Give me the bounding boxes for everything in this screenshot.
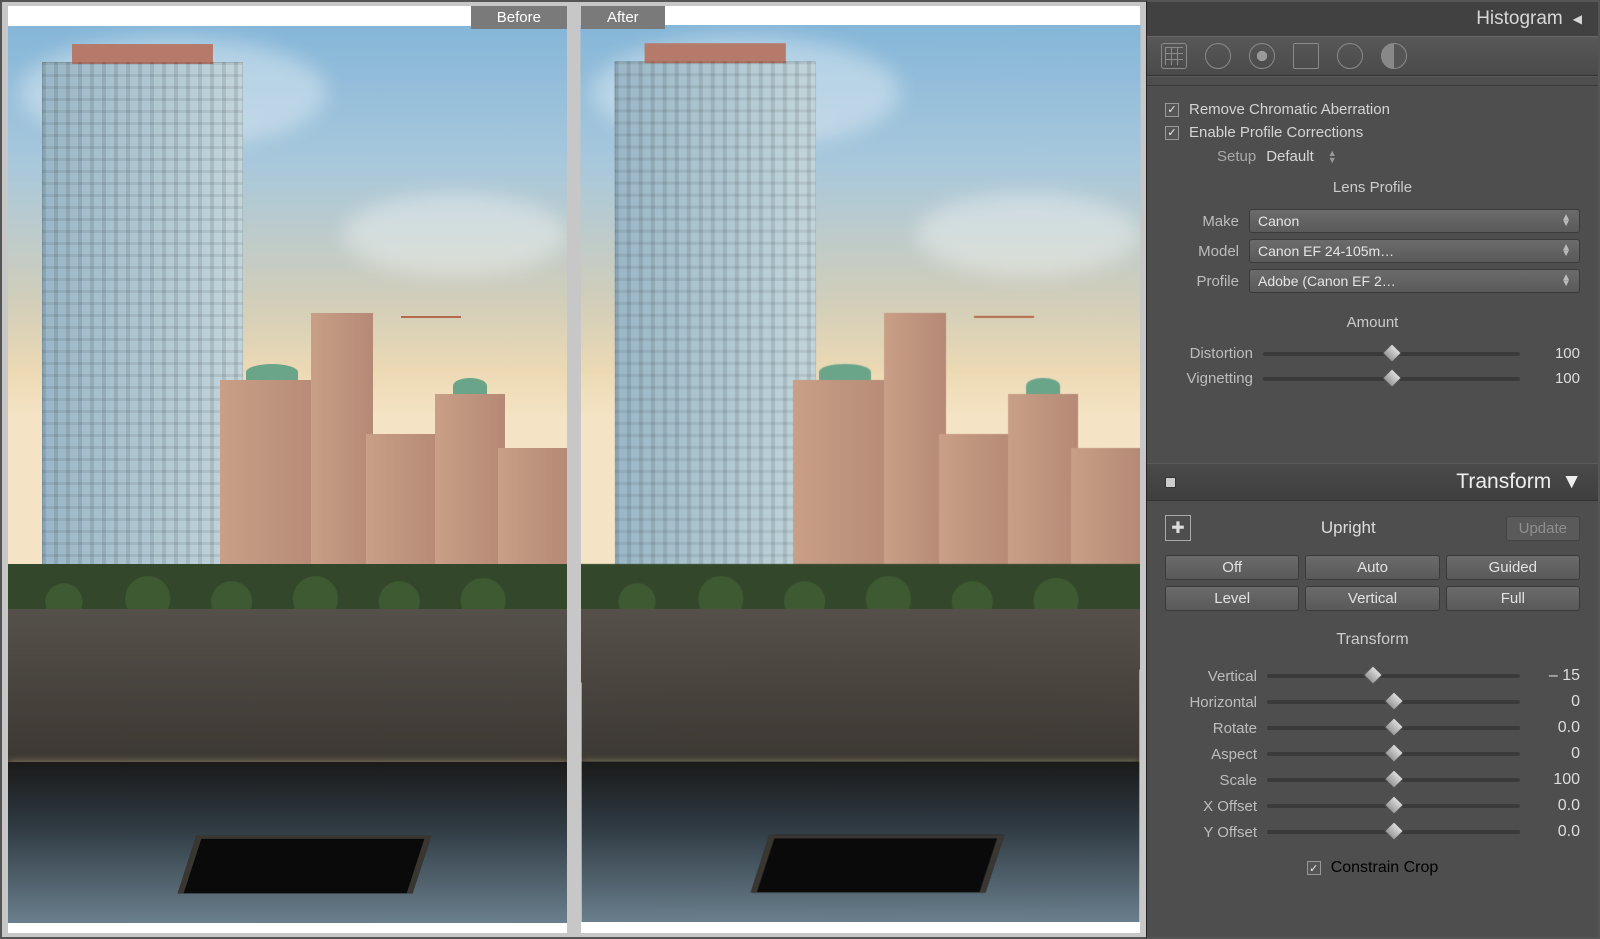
spot-tool-icon[interactable] <box>1205 43 1231 69</box>
remove-chromatic-checkbox[interactable]: ✓ <box>1165 103 1179 117</box>
upright-row: ✚ Upright Update <box>1147 501 1598 555</box>
make-value: Canon <box>1258 213 1299 229</box>
brush-tool-icon[interactable] <box>1381 43 1407 69</box>
enable-profile-checkbox[interactable]: ✓ <box>1165 126 1179 140</box>
collapse-down-icon: ▼ <box>1561 470 1582 494</box>
aspect-value[interactable]: 0 <box>1530 745 1580 763</box>
make-dropdown[interactable]: Canon ▲▼ <box>1249 209 1580 233</box>
constrain-crop-row: ✓ Constrain Crop <box>1147 849 1598 887</box>
setup-stepper-icon[interactable]: ▲▼ <box>1328 150 1337 164</box>
distortion-label: Distortion <box>1165 345 1253 362</box>
aspect-slider[interactable] <box>1267 752 1520 756</box>
horizontal-slider[interactable] <box>1267 700 1520 704</box>
transform-title: Transform <box>1456 470 1551 494</box>
crop-tool-icon[interactable] <box>1161 43 1187 69</box>
upright-full-button[interactable]: Full <box>1446 586 1580 611</box>
horizontal-label: Horizontal <box>1165 694 1257 711</box>
panel-toggle-switch[interactable] <box>1165 477 1176 488</box>
before-label: Before <box>471 6 567 29</box>
dropdown-arrows-icon: ▲▼ <box>1561 245 1571 257</box>
rotate-value[interactable]: 0.0 <box>1530 719 1580 737</box>
upright-guided-button[interactable]: Guided <box>1446 555 1580 580</box>
transform-sliders: Vertical – 15 Horizontal 0 Rotate 0.0 As… <box>1147 659 1598 849</box>
vignetting-slider[interactable] <box>1263 377 1520 381</box>
panel-gap <box>1147 405 1598 463</box>
distortion-slider[interactable] <box>1263 352 1520 356</box>
vignetting-value[interactable]: 100 <box>1530 370 1580 387</box>
collapse-left-icon: ◀ <box>1573 12 1582 26</box>
tool-strip <box>1147 36 1598 76</box>
profile-value: Adobe (Canon EF 2… <box>1258 273 1396 289</box>
upright-mode-buttons: Off Auto Guided Level Vertical Full <box>1147 555 1598 625</box>
rotate-slider[interactable] <box>1267 726 1520 730</box>
transform-panel-header[interactable]: Transform ▼ <box>1147 463 1598 501</box>
upright-guided-icon[interactable]: ✚ <box>1165 515 1191 541</box>
vignetting-label: Vignetting <box>1165 370 1253 387</box>
rotate-label: Rotate <box>1165 720 1257 737</box>
constrain-crop-checkbox[interactable]: ✓ <box>1307 861 1321 875</box>
yoffset-label: Y Offset <box>1165 824 1257 841</box>
constrain-crop-label: Constrain Crop <box>1331 859 1439 877</box>
setup-value[interactable]: Default <box>1266 148 1314 165</box>
setup-label: Setup <box>1217 148 1256 165</box>
upright-level-button[interactable]: Level <box>1165 586 1299 611</box>
make-label: Make <box>1165 213 1239 230</box>
right-sidebar: Histogram ◀ ✓ Remove Chromatic Aberratio… <box>1146 0 1600 939</box>
enable-profile-label: Enable Profile Corrections <box>1189 124 1363 141</box>
preview-after-pane[interactable]: After <box>581 6 1140 933</box>
dropdown-arrows-icon: ▲▼ <box>1561 215 1571 227</box>
after-image <box>580 25 1140 922</box>
transform-section-label: Transform <box>1147 625 1598 659</box>
before-image <box>8 26 567 923</box>
redeye-tool-icon[interactable] <box>1249 43 1275 69</box>
after-label: After <box>581 6 665 29</box>
yoffset-slider[interactable] <box>1267 830 1520 834</box>
xoffset-value[interactable]: 0.0 <box>1530 797 1580 815</box>
radial-tool-icon[interactable] <box>1337 43 1363 69</box>
distortion-value[interactable]: 100 <box>1530 345 1580 362</box>
preview-compare-area: Before After <box>0 0 1146 939</box>
upright-update-button[interactable]: Update <box>1506 516 1580 541</box>
gradient-tool-icon[interactable] <box>1293 43 1319 69</box>
lens-profile-header: Lens Profile <box>1165 173 1580 206</box>
amount-header: Amount <box>1165 296 1580 341</box>
upright-label: Upright <box>1191 518 1506 538</box>
xoffset-label: X Offset <box>1165 798 1257 815</box>
scale-value[interactable]: 100 <box>1530 771 1580 789</box>
scale-slider[interactable] <box>1267 778 1520 782</box>
histogram-panel-header[interactable]: Histogram ◀ <box>1147 2 1598 36</box>
vertical-label: Vertical <box>1165 668 1257 685</box>
panel-divider <box>1147 76 1598 86</box>
preview-before-pane[interactable]: Before <box>8 6 567 933</box>
aspect-label: Aspect <box>1165 746 1257 763</box>
profile-dropdown[interactable]: Adobe (Canon EF 2… ▲▼ <box>1249 269 1580 293</box>
profile-label: Profile <box>1165 273 1239 290</box>
vertical-slider[interactable] <box>1267 674 1520 678</box>
yoffset-value[interactable]: 0.0 <box>1530 823 1580 841</box>
xoffset-slider[interactable] <box>1267 804 1520 808</box>
vertical-value[interactable]: – 15 <box>1530 667 1580 685</box>
dropdown-arrows-icon: ▲▼ <box>1561 275 1571 287</box>
lens-corrections-section: ✓ Remove Chromatic Aberration ✓ Enable P… <box>1147 86 1598 405</box>
remove-chromatic-label: Remove Chromatic Aberration <box>1189 101 1390 118</box>
scale-label: Scale <box>1165 772 1257 789</box>
upright-off-button[interactable]: Off <box>1165 555 1299 580</box>
horizontal-value[interactable]: 0 <box>1530 693 1580 711</box>
model-value: Canon EF 24-105m… <box>1258 243 1394 259</box>
model-dropdown[interactable]: Canon EF 24-105m… ▲▼ <box>1249 239 1580 263</box>
histogram-title: Histogram <box>1476 8 1563 30</box>
upright-vertical-button[interactable]: Vertical <box>1305 586 1439 611</box>
model-label: Model <box>1165 243 1239 260</box>
upright-auto-button[interactable]: Auto <box>1305 555 1439 580</box>
